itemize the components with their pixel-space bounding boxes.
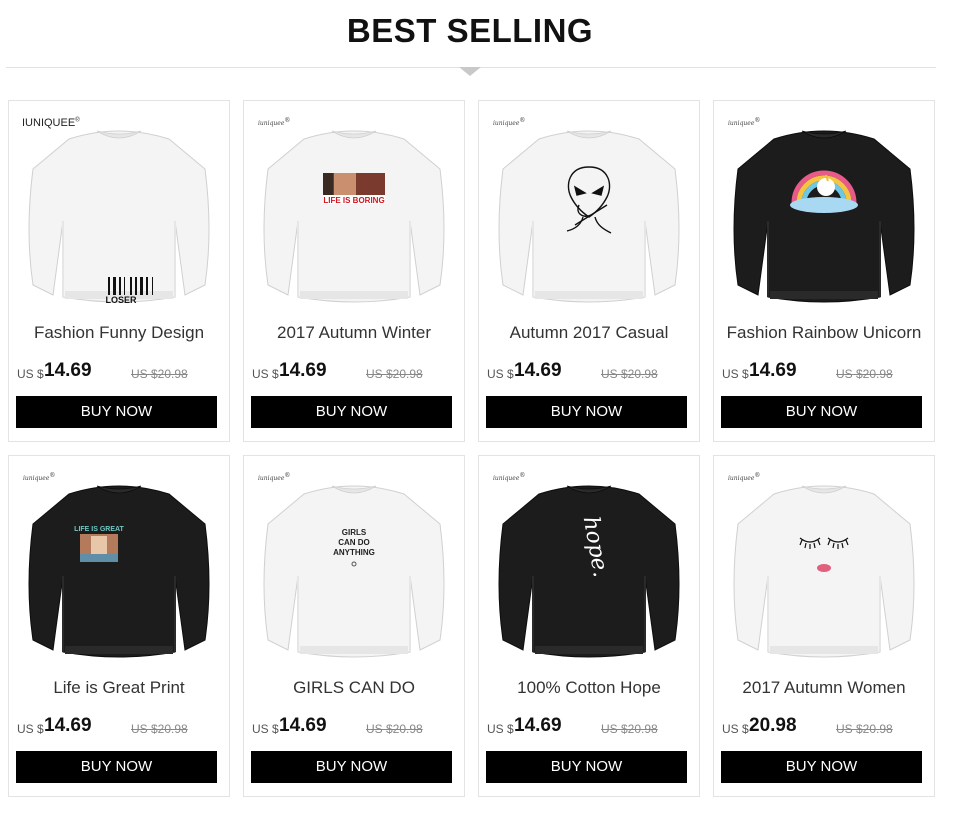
svg-text:GIRLS: GIRLS [342,528,367,537]
buy-now-button[interactable]: BUY NOW [486,396,687,428]
currency-label: US $ [722,722,749,736]
brand-logo: iuniquee® [258,117,291,127]
currency-label: US $ [487,367,514,381]
original-price: US $20.98 [131,722,188,736]
product-title[interactable]: GIRLS CAN DO [244,678,464,698]
original-price: US $20.98 [836,722,893,736]
brand-logo: iuniquee® [728,472,761,482]
brand-logo: iuniquee® [258,472,291,482]
product-title[interactable]: 100% Cotton Hope [479,678,699,698]
sale-price: 14.69 [44,715,92,736]
sale-price: 14.69 [279,360,327,381]
product-card[interactable]: LIFE IS GREAT iuniquee® Life is Great Pr… [8,455,230,797]
svg-text:CAN DO: CAN DO [338,538,370,547]
brand-logo: IUNIQUEE® [22,117,80,129]
svg-text:LOSER: LOSER [105,295,137,305]
original-price: US $20.98 [366,722,423,736]
brand-logo: iuniquee® [493,472,526,482]
brand-logo: iuniquee® [23,472,56,482]
product-card[interactable]: iuniquee® 2017 Autumn Women US $ 20.98 U… [713,455,935,797]
product-image[interactable] [479,101,699,313]
product-image[interactable]: hope. [479,456,699,668]
product-image[interactable]: LOSER [9,101,229,313]
divider-notch-icon [459,67,481,76]
buy-now-button[interactable]: BUY NOW [251,396,452,428]
price-row: US $ 14.69 US $20.98 [17,715,221,741]
original-price: US $20.98 [601,722,658,736]
buy-now-button[interactable]: BUY NOW [16,751,217,783]
currency-label: US $ [17,722,44,736]
sale-price: 14.69 [749,360,797,381]
svg-text:LIFE IS GREAT: LIFE IS GREAT [74,526,124,533]
price-row: US $ 20.98 US $20.98 [722,715,926,741]
original-price: US $20.98 [836,367,893,381]
sale-price: 14.69 [514,715,562,736]
product-card[interactable]: GIRLS CAN DO ANYTHING iuniquee® GIRLS CA… [243,455,465,797]
product-image[interactable] [714,456,934,668]
product-card[interactable]: iuniquee® Fashion Rainbow Unicorn US $ 1… [713,100,935,442]
buy-now-button[interactable]: BUY NOW [251,751,452,783]
buy-now-button[interactable]: BUY NOW [486,751,687,783]
sale-price: 14.69 [44,360,92,381]
sale-price: 14.69 [279,715,327,736]
buy-now-button[interactable]: BUY NOW [721,751,922,783]
sale-price: 14.69 [514,360,562,381]
product-image[interactable]: LIFE IS BORING [244,101,464,313]
buy-now-button[interactable]: BUY NOW [16,396,217,428]
currency-label: US $ [252,367,279,381]
price-row: US $ 14.69 US $20.98 [252,360,456,386]
svg-text:LIFE IS BORING: LIFE IS BORING [323,196,384,205]
product-image[interactable]: GIRLS CAN DO ANYTHING [244,456,464,668]
currency-label: US $ [722,367,749,381]
sale-price: 20.98 [749,715,797,736]
product-image[interactable] [714,101,934,313]
product-title[interactable]: Autumn 2017 Casual [479,323,699,343]
product-title[interactable]: Fashion Rainbow Unicorn [714,323,934,343]
product-card[interactable]: iuniquee® Autumn 2017 Casual US $ 14.69 … [478,100,700,442]
currency-label: US $ [487,722,514,736]
original-price: US $20.98 [601,367,658,381]
price-row: US $ 14.69 US $20.98 [487,360,691,386]
buy-now-button[interactable]: BUY NOW [721,396,922,428]
section-header: BEST SELLING [0,0,958,80]
product-title[interactable]: 2017 Autumn Winter [244,323,464,343]
original-price: US $20.98 [131,367,188,381]
section-title: BEST SELLING [346,12,594,49]
brand-logo: iuniquee® [728,117,761,127]
currency-label: US $ [252,722,279,736]
svg-text:ANYTHING: ANYTHING [333,548,375,557]
product-card[interactable]: LOSER IUNIQUEE® Fashion Funny Design US … [8,100,230,442]
product-title[interactable]: 2017 Autumn Women [714,678,934,698]
price-row: US $ 14.69 US $20.98 [487,715,691,741]
price-row: US $ 14.69 US $20.98 [17,360,221,386]
product-title[interactable]: Life is Great Print [9,678,229,698]
product-card[interactable]: hope. iuniquee® 100% Cotton Hope US $ 14… [478,455,700,797]
product-image[interactable]: LIFE IS GREAT [9,456,229,668]
brand-logo: iuniquee® [493,117,526,127]
currency-label: US $ [17,367,44,381]
product-title[interactable]: Fashion Funny Design [9,323,229,343]
price-row: US $ 14.69 US $20.98 [722,360,926,386]
original-price: US $20.98 [366,367,423,381]
price-row: US $ 14.69 US $20.98 [252,715,456,741]
product-card[interactable]: LIFE IS BORING iuniquee® 2017 Autumn Win… [243,100,465,442]
